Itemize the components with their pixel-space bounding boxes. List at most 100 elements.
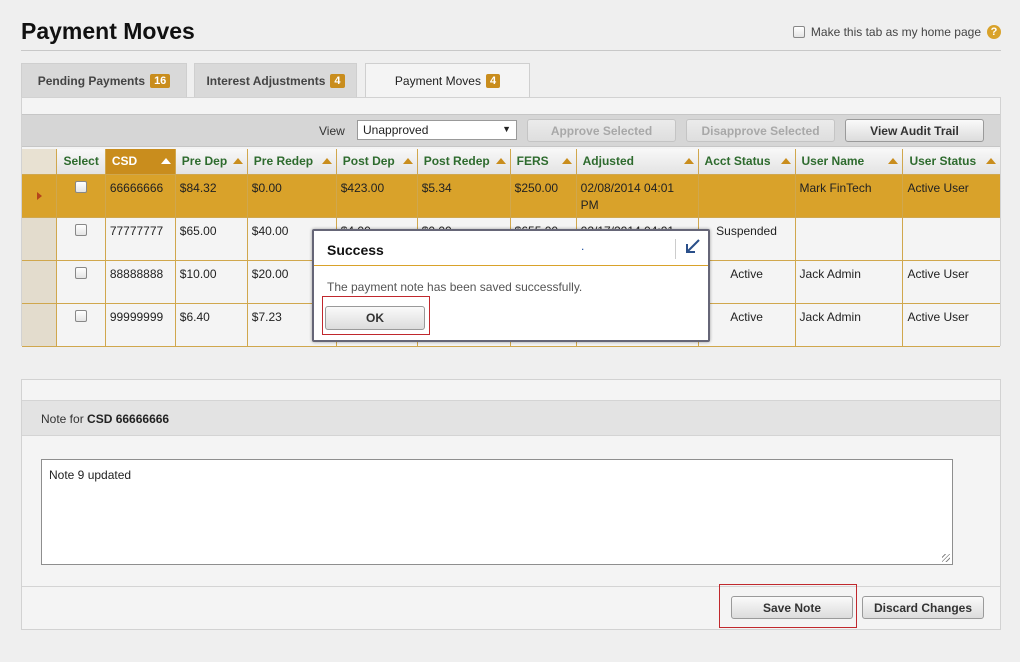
tab-pending-payments[interactable]: Pending Payments 16: [21, 63, 187, 97]
resize-grip-icon[interactable]: [942, 554, 950, 562]
col-label: User Name: [801, 154, 865, 169]
count-badge: 16: [150, 73, 171, 88]
cell-csd: 77777777: [105, 217, 176, 261]
grid-toolbar: View Unapproved ▼ Approve Selected Disap…: [22, 114, 1000, 147]
note-header-csd: CSD 66666666: [87, 412, 170, 426]
col-label: Pre Redep: [253, 154, 314, 169]
dialog-title-separator: [675, 239, 676, 259]
sort-icon: [321, 158, 332, 164]
sort-icon: [780, 158, 791, 164]
col-user-status[interactable]: User Status: [902, 149, 1000, 175]
sort-icon: [495, 158, 506, 164]
cell-csd: 66666666: [105, 174, 176, 218]
dialog-dot: .: [581, 239, 585, 253]
cell-pre-redep: $0.00: [247, 174, 337, 218]
page-title: Payment Moves: [21, 18, 195, 44]
highlight-outline: [719, 584, 857, 628]
col-csd[interactable]: CSD: [105, 149, 176, 175]
row-indicator: [22, 217, 58, 261]
tab-label: Interest Adjustments: [206, 73, 326, 88]
cell-user-status: Active User: [902, 260, 1000, 304]
col-pre-redep[interactable]: Pre Redep: [247, 149, 337, 175]
home-page-checkbox[interactable]: [792, 26, 805, 38]
dialog-divider: [314, 265, 708, 266]
sort-asc-icon: [160, 158, 171, 164]
row-checkbox[interactable]: [75, 180, 88, 193]
col-fers[interactable]: FERS: [510, 149, 577, 175]
col-label: Pre Dep: [181, 154, 228, 169]
sort-icon: [683, 158, 694, 164]
approve-selected-button[interactable]: Approve Selected: [527, 119, 676, 142]
dropdown-arrow-icon: ▼: [502, 124, 511, 134]
col-adjusted[interactable]: Adjusted: [576, 149, 699, 175]
cell-pre-dep: $65.00: [175, 217, 248, 261]
col-pre-dep[interactable]: Pre Dep: [175, 149, 248, 175]
cell-acct-status: Active: [698, 303, 796, 347]
col-label: Post Redep: [423, 154, 490, 169]
cell-user-status: Active User: [902, 303, 1000, 347]
note-header-prefix: Note for: [41, 412, 84, 426]
cell-user-name: [795, 217, 904, 261]
cell-user-name: Jack Admin: [795, 260, 904, 304]
cell-user-status: Active User: [902, 174, 1000, 218]
discard-changes-button[interactable]: Discard Changes: [862, 596, 984, 619]
row-checkbox[interactable]: [75, 309, 88, 322]
cell-acct-status: Suspended: [698, 217, 796, 261]
col-post-redep[interactable]: Post Redep: [417, 149, 511, 175]
tab-interest-adjustments[interactable]: Interest Adjustments 4: [194, 63, 357, 97]
col-label: Acct Status: [704, 154, 771, 169]
cell-user-name: Jack Admin: [795, 303, 904, 347]
table-header-row: Select CSD Pre Dep Pre Redep Post Dep Po…: [22, 149, 1000, 175]
col-label: User Status: [909, 154, 977, 169]
table-row[interactable]: 66666666 $84.32 $0.00 $423.00 $5.34 $250…: [22, 174, 1000, 218]
view-audit-trail-button[interactable]: View Audit Trail: [845, 119, 984, 142]
col-user-name[interactable]: User Name: [795, 149, 904, 175]
success-dialog: Success . The payment note has been save…: [312, 229, 710, 342]
count-badge: 4: [485, 74, 501, 88]
row-select-cell: [56, 217, 106, 261]
question-mark-icon[interactable]: ?: [987, 25, 1001, 39]
tab-label: Payment Moves: [394, 74, 481, 88]
sort-icon: [232, 158, 243, 164]
row-checkbox[interactable]: [75, 266, 88, 279]
tab-payment-moves[interactable]: Payment Moves 4: [365, 63, 530, 98]
cell-pre-dep: $10.00: [175, 260, 248, 304]
cell-user-status: [902, 217, 1000, 261]
row-indicator: [22, 174, 58, 218]
sort-icon: [888, 158, 899, 164]
dialog-message: The payment note has been saved successf…: [327, 280, 583, 294]
disapprove-selected-button[interactable]: Disapprove Selected: [686, 119, 835, 142]
title-divider: [21, 50, 1001, 51]
tab-label: Pending Payments: [37, 73, 146, 88]
row-select-cell: [56, 260, 106, 304]
col-label: Adjusted: [582, 154, 634, 169]
collapse-arrow-icon[interactable]: [683, 237, 703, 257]
note-textarea[interactable]: Note 9 updated: [41, 459, 953, 565]
count-badge: 4: [330, 73, 345, 88]
view-select[interactable]: Unapproved ▼: [357, 120, 517, 140]
cell-post-dep: $423.00: [336, 174, 418, 218]
col-post-dep[interactable]: Post Dep: [336, 149, 418, 175]
dialog-title: Success: [327, 242, 384, 258]
view-select-value: Unapproved: [363, 123, 429, 137]
cell-pre-dep: $84.32: [175, 174, 248, 218]
highlight-outline: [322, 296, 430, 335]
row-checkbox[interactable]: [75, 223, 88, 236]
row-select-cell: [56, 174, 106, 218]
row-indicator: [22, 260, 58, 304]
sort-icon: [561, 158, 572, 164]
cell-fers: $250.00: [510, 174, 577, 218]
cell-user-name: Mark FinTech: [795, 174, 904, 218]
current-row-arrow-icon: [36, 191, 42, 200]
col-label: CSD: [111, 154, 138, 169]
row-select-cell: [56, 303, 106, 347]
cell-csd: 88888888: [105, 260, 176, 304]
home-page-option[interactable]: Make this tab as my home page ?: [792, 25, 1001, 39]
sort-icon: [986, 158, 996, 164]
cell-pre-dep: $6.40: [175, 303, 248, 347]
note-header: Note for CSD 66666666: [22, 400, 1000, 436]
cell-acct-status: Active: [698, 260, 796, 304]
home-page-label: Make this tab as my home page: [810, 25, 981, 39]
cell-csd: 99999999: [105, 303, 176, 347]
col-acct-status[interactable]: Acct Status: [698, 149, 796, 175]
